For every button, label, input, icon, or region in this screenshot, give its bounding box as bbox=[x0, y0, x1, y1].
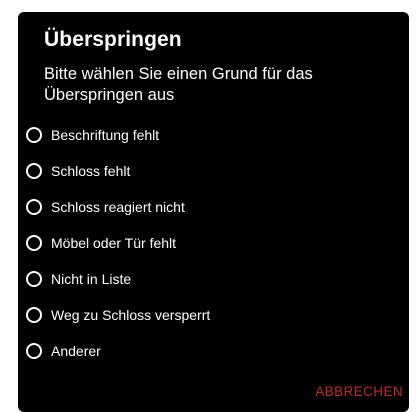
reason-option-label: Nicht in Liste bbox=[51, 271, 132, 287]
radio-unchecked-icon[interactable] bbox=[26, 163, 42, 179]
cancel-button[interactable]: ABBRECHEN bbox=[315, 384, 403, 399]
reason-option-label: Weg zu Schloss versperrt bbox=[51, 307, 211, 323]
reason-option-path-blocked[interactable]: Weg zu Schloss versperrt bbox=[26, 297, 210, 333]
reason-option-label: Schloss reagiert nicht bbox=[51, 199, 185, 215]
radio-unchecked-icon[interactable] bbox=[26, 271, 42, 287]
dialog-message: Bitte wählen Sie einen Grund für das Übe… bbox=[44, 65, 313, 104]
dialog-title: Überspringen bbox=[44, 28, 182, 51]
reason-option-missing-lock[interactable]: Schloss fehlt bbox=[26, 153, 210, 189]
reason-option-not-in-list[interactable]: Nicht in Liste bbox=[26, 261, 210, 297]
reason-option-label: Anderer bbox=[51, 343, 101, 359]
radio-unchecked-icon[interactable] bbox=[26, 127, 42, 143]
reason-option-missing-label[interactable]: Beschriftung fehlt bbox=[26, 117, 210, 153]
dialog-actions: ABBRECHEN bbox=[315, 383, 403, 401]
reason-option-label: Schloss fehlt bbox=[51, 163, 131, 179]
radio-unchecked-icon[interactable] bbox=[26, 343, 42, 359]
reason-option-lock-unresponsive[interactable]: Schloss reagiert nicht bbox=[26, 189, 210, 225]
skip-reason-dialog: Überspringen Bitte wählen Sie einen Grun… bbox=[18, 12, 409, 412]
reason-option-furniture-missing[interactable]: Möbel oder Tür fehlt bbox=[26, 225, 210, 261]
reason-option-other[interactable]: Anderer bbox=[26, 333, 210, 369]
radio-unchecked-icon[interactable] bbox=[26, 199, 42, 215]
reason-options: Beschriftung fehlt Schloss fehlt Schloss… bbox=[26, 117, 210, 369]
reason-option-label: Möbel oder Tür fehlt bbox=[51, 235, 177, 251]
reason-option-label: Beschriftung fehlt bbox=[51, 127, 160, 143]
radio-unchecked-icon[interactable] bbox=[26, 235, 42, 251]
radio-unchecked-icon[interactable] bbox=[26, 307, 42, 323]
